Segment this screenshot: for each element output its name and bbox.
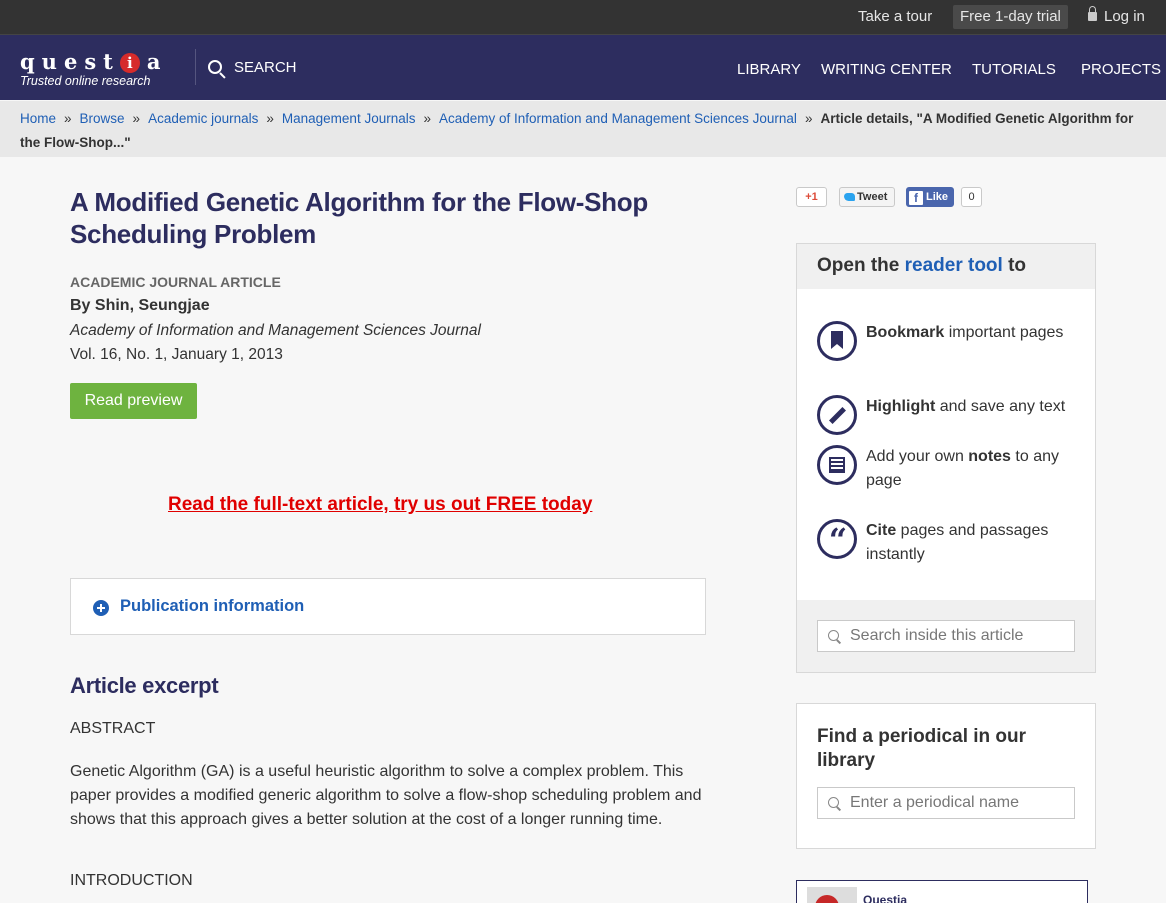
breadcrumb-separator: » [804,111,813,126]
reader-tool-heading: Open the reader tool to [797,244,1095,289]
logo-wordmark: quest i a [20,49,168,74]
excerpt-heading: Article excerpt [70,673,219,698]
feature-text: Cite pages and passages instantly [866,522,1049,563]
reader-tool-link[interactable]: reader tool [905,255,1003,276]
breadcrumb-separator: » [64,111,72,126]
search-icon [828,630,839,641]
abstract-heading: ABSTRACT [70,720,156,737]
breadcrumb: Home » Browse » Academic journals » Management… [0,101,1166,157]
article-journal: Academy of Information and Management Sc… [70,322,481,339]
nav-projects[interactable]: PROJECTS [1081,61,1161,78]
feature-text: Highlight and save any text [866,398,1066,415]
logo-tagline: Trusted online research [20,74,151,88]
nav-tutorials[interactable]: TUTORIALS [972,61,1056,78]
facebook-page-name[interactable]: Questia [863,893,907,903]
search-icon [828,797,839,808]
login-label: Log in [1104,8,1145,25]
article-byline: By Shin, Seungjae [70,297,210,314]
notes-icon [817,445,857,485]
feature-text: Bookmark important pages [866,324,1064,341]
main-navigation: quest i a Trusted online research SEARCH L… [0,34,1166,100]
read-preview-button[interactable]: Read preview [70,383,197,419]
periodical-search-box [817,787,1075,819]
bookmark-icon [817,321,857,361]
reader-tool-panel: Open the reader tool to Bookmark importa… [796,243,1096,673]
breadcrumb-management-journals[interactable]: Management Journals [282,111,416,126]
tweet-label: Tweet [857,191,888,203]
free-trial-button[interactable]: Free 1-day trial [953,5,1068,29]
breadcrumb-academic-journals[interactable]: Academic journals [148,111,258,126]
reader-features: Bookmark important pages Highlight and s… [797,289,1095,600]
top-utility-bar: Take a tour Free 1-day trial Log in [0,0,1166,34]
breadcrumb-separator: » [132,111,141,126]
find-periodical-heading: Find a periodical in our library [817,726,1027,771]
breadcrumb-journal[interactable]: Academy of Information and Management Sc… [439,111,797,126]
like-label: Like [926,191,949,203]
find-periodical-panel: Find a periodical in our library [796,703,1096,849]
like-count: 0 [961,187,982,207]
twitter-bird-icon [844,193,855,201]
introduction-heading: INTRODUCTION [70,872,193,889]
facebook-like-button[interactable]: f Like [906,187,954,207]
article-title: A Modified Genetic Algorithm for the Flo… [70,187,648,249]
periodical-search-input[interactable] [850,788,1070,818]
article-type: ACADEMIC JOURNAL ARTICLE [70,274,281,290]
article-volume: Vol. 16, No. 1, January 1, 2013 [70,346,283,363]
reader-heading-pre: Open the [817,255,905,276]
facebook-page-widget[interactable]: Questia [796,880,1088,903]
questia-logo[interactable]: quest i a Trusted online research [20,49,168,89]
nav-library[interactable]: LIBRARY [737,61,801,78]
publication-info-label: Publication information [120,597,305,615]
abstract-text: Genetic Algorithm (GA) is a useful heuri… [70,763,702,828]
search-icon [208,60,222,74]
search-nav-button[interactable]: SEARCH [208,59,297,76]
breadcrumb-separator: » [266,111,274,126]
breadcrumb-separator: » [423,111,431,126]
feature-text: Add your own notes to any page [866,448,1059,489]
nav-writing-center[interactable]: WRITING CENTER [821,61,952,78]
article-search-input[interactable] [850,621,1070,651]
google-plus-button[interactable]: +1 [796,187,827,207]
publication-info-toggle[interactable]: Publication information [70,578,706,635]
plus-circle-icon [93,600,109,616]
questia-avatar [807,887,857,903]
nav-divider [195,49,196,85]
tweet-button[interactable]: Tweet [839,187,895,207]
take-tour-link[interactable]: Take a tour [858,0,932,34]
search-nav-label: SEARCH [234,59,297,76]
login-link[interactable]: Log in [1088,0,1145,34]
lock-icon [1088,6,1097,21]
free-trial-promo-link[interactable]: Read the full-text article, try us out F… [168,494,592,516]
breadcrumb-home[interactable]: Home [20,111,56,126]
breadcrumb-browse[interactable]: Browse [80,111,125,126]
facebook-icon: f [909,191,923,205]
article-search-box [817,620,1075,652]
cite-quote-icon: “ [817,519,857,559]
highlight-pen-icon [817,395,857,435]
reader-heading-post: to [1002,255,1027,276]
